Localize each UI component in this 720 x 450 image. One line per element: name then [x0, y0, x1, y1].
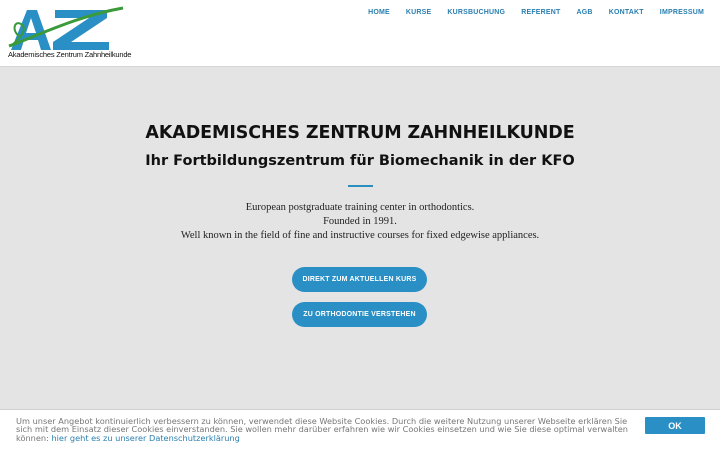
page-subtitle: Ihr Fortbildungszentrum für Biomechanik …: [145, 153, 575, 169]
hero-line: Well known in the field of fine and inst…: [180, 230, 540, 241]
cookie-banner: Um unser Angebot kontinuierlich verbesse…: [0, 409, 720, 450]
nav-kontakt[interactable]: KONTAKT: [601, 9, 652, 16]
cookie-text: Um unser Angebot kontinuierlich verbesse…: [16, 417, 638, 442]
page-title: AKADEMISCHES ZENTRUM ZAHNHEILKUNDE: [145, 123, 575, 143]
nav-kursbuchung[interactable]: KURSBUCHUNG: [439, 9, 513, 16]
current-course-button[interactable]: DIREKT ZUM AKTUELLEN KURS: [292, 267, 427, 292]
nav-impressum[interactable]: IMPRESSUM: [652, 9, 712, 16]
logo-text: Akademisches Zentrum Zahnheilkunde: [8, 50, 132, 59]
hero-section: AKADEMISCHES ZENTRUM ZAHNHEILKUNDE Ihr F…: [0, 68, 720, 410]
hero-description: European postgraduate training center in…: [0, 201, 720, 243]
nav-kurse[interactable]: KURSE: [398, 9, 440, 16]
nav-agb[interactable]: AGB: [569, 9, 601, 16]
orthodontics-button[interactable]: ZU ORTHODONTIE VERSTEHEN: [292, 302, 427, 327]
privacy-policy-link[interactable]: hier geht es zu unserer Datenschutzerklä…: [51, 433, 239, 443]
site-logo[interactable]: Akademisches Zentrum Zahnheilkunde: [7, 6, 131, 62]
azl-logo-mark: [8, 6, 124, 50]
main-nav: HOME KURSE KURSBUCHUNG REFERENT AGB KONT…: [360, 9, 712, 16]
cookie-ok-button[interactable]: OK: [645, 417, 705, 434]
hero-line: European postgraduate training center in…: [245, 202, 475, 213]
hero-line: Founded in 1991.: [323, 216, 397, 227]
nav-referent[interactable]: REFERENT: [513, 9, 568, 16]
nav-home[interactable]: HOME: [360, 9, 398, 16]
title-divider: [348, 185, 373, 187]
site-header: Akademisches Zentrum Zahnheilkunde HOME …: [0, 0, 720, 67]
